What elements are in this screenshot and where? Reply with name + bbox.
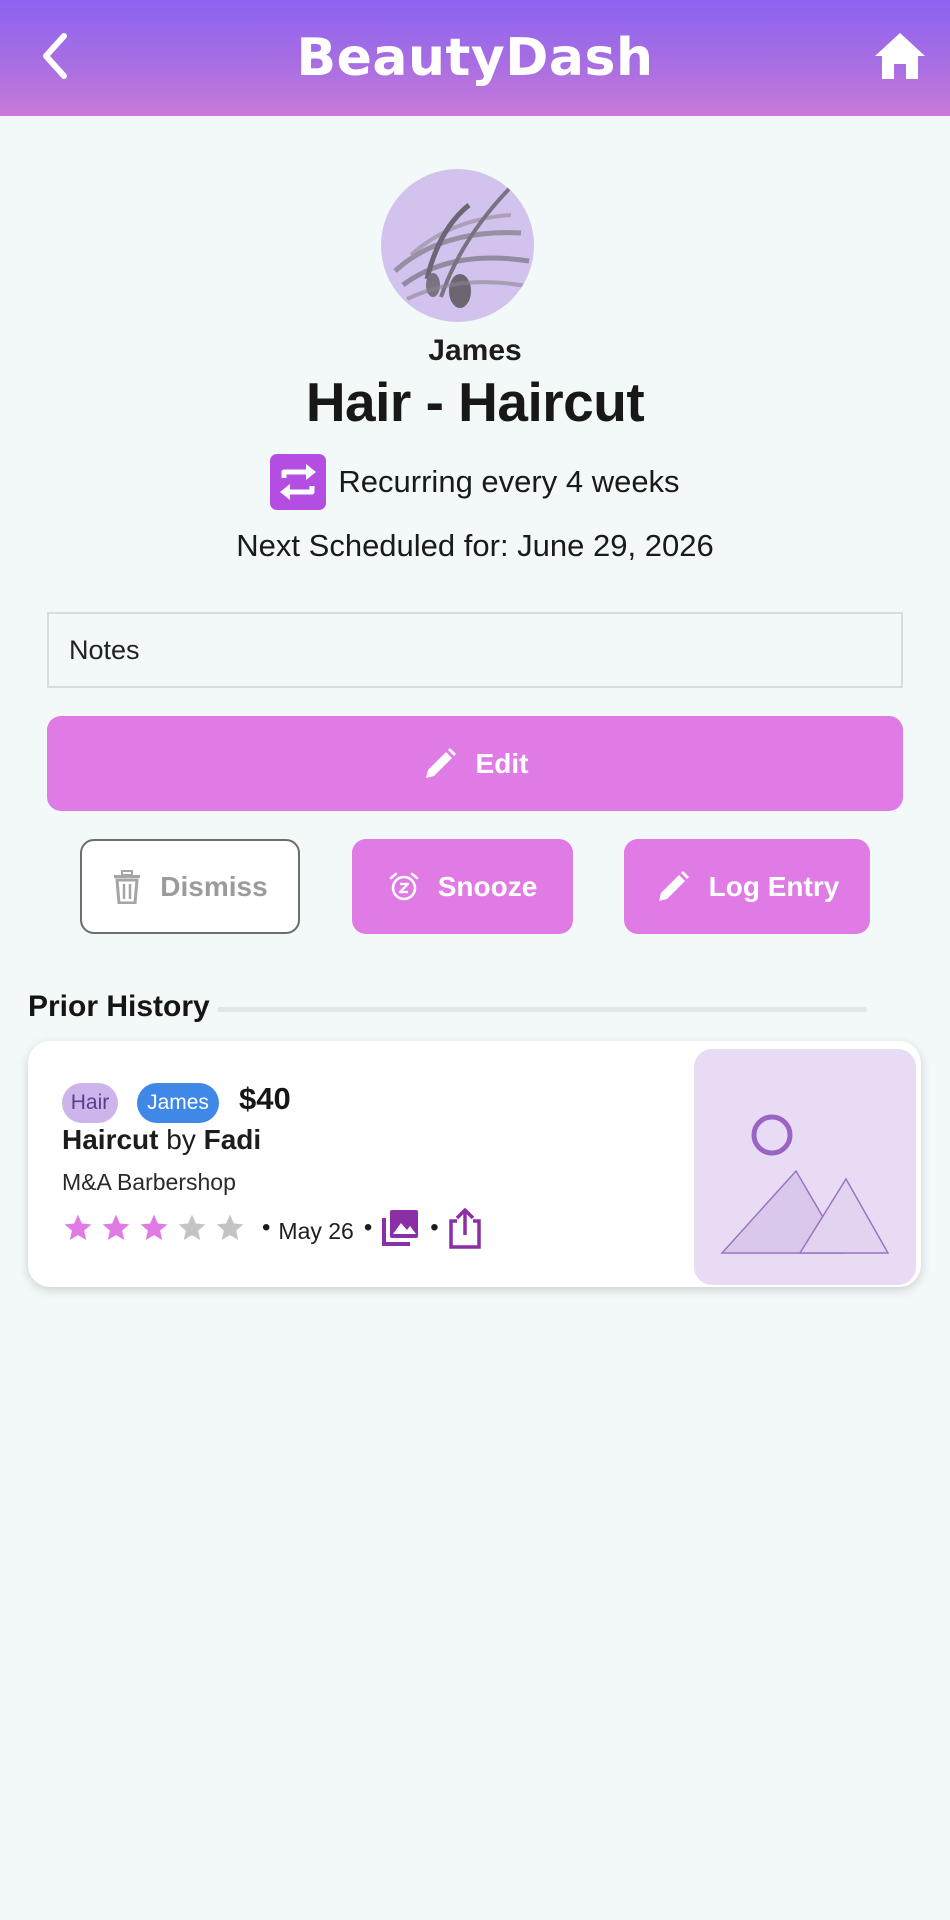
section-title-prior-history: Prior History xyxy=(28,990,210,1023)
home-icon xyxy=(875,33,925,79)
log-entry-button-label: Log Entry xyxy=(708,870,840,902)
history-service: Haircut xyxy=(62,1124,159,1155)
star-empty-icon xyxy=(214,1212,246,1244)
category-chip: Hair xyxy=(62,1083,118,1123)
next-scheduled-date: Next Scheduled for: June 29, 2026 xyxy=(236,528,714,563)
history-photo-placeholder[interactable] xyxy=(694,1049,916,1285)
section-divider xyxy=(217,1007,867,1012)
star-filled-icon xyxy=(138,1212,170,1244)
person-chip: James xyxy=(137,1083,219,1123)
dismiss-button[interactable]: Dismiss xyxy=(80,839,300,934)
service-avatar xyxy=(381,169,534,322)
app-header: BeautyDash xyxy=(0,0,950,116)
history-price: $40 xyxy=(239,1081,291,1116)
snooze-button[interactable]: Snooze xyxy=(352,839,573,934)
history-card-content: Hair James $40 Haircut by Fadi M&A Barbe… xyxy=(38,1051,718,1277)
star-filled-icon xyxy=(100,1212,132,1244)
separator-dot: • xyxy=(430,1214,439,1241)
photos-icon[interactable] xyxy=(380,1208,420,1248)
history-provider: Fadi xyxy=(203,1124,262,1155)
notes-field[interactable]: Notes xyxy=(47,612,903,688)
star-empty-icon xyxy=(176,1212,208,1244)
home-button[interactable] xyxy=(870,28,930,84)
history-location: M&A Barbershop xyxy=(62,1169,236,1195)
star-filled-icon xyxy=(62,1212,94,1244)
recurrence-info: Recurring every 4 weeks xyxy=(0,454,950,510)
separator-dot: • xyxy=(363,1214,373,1241)
log-entry-button[interactable]: Log Entry xyxy=(624,839,870,934)
trash-icon xyxy=(114,869,141,904)
edit-button[interactable]: Edit xyxy=(47,716,903,811)
share-icon[interactable] xyxy=(447,1207,483,1249)
dismiss-button-label: Dismiss xyxy=(160,870,268,902)
hair-follicle-icon xyxy=(393,187,532,308)
separator-dot: • xyxy=(262,1214,271,1241)
pencil-icon xyxy=(425,747,456,778)
by-word: by xyxy=(166,1124,196,1155)
star-rating xyxy=(62,1212,252,1244)
pencil-icon xyxy=(658,870,689,901)
repeat-icon xyxy=(270,454,327,510)
history-meta-row: • May 26 • • xyxy=(62,1206,483,1250)
recurrence-text: Recurring every 4 weeks xyxy=(338,464,680,499)
snooze-button-label: Snooze xyxy=(437,870,538,902)
history-card[interactable]: Hair James $40 Haircut by Fadi M&A Barbe… xyxy=(28,1041,921,1287)
client-name: James xyxy=(428,334,522,367)
image-placeholder-icon xyxy=(720,1114,890,1254)
edit-button-label: Edit xyxy=(475,747,529,779)
history-date: May 26 xyxy=(278,1217,354,1244)
app-title: BeautyDash xyxy=(296,28,654,88)
history-service-line: Haircut by Fadi xyxy=(62,1124,261,1156)
service-title: Hair - Haircut xyxy=(305,371,645,433)
alarm-snooze-icon xyxy=(389,872,418,900)
